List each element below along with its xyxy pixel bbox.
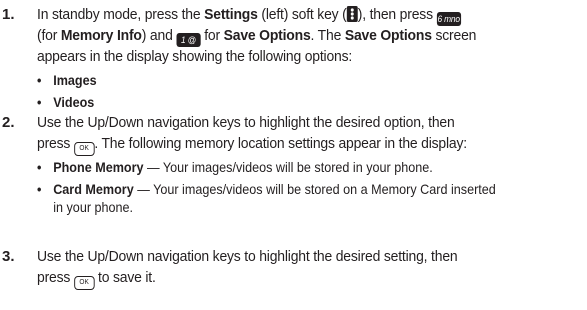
step-number: 2.: [2, 114, 15, 131]
step-1-line-1: In standby mode, press the Settings (lef…: [37, 6, 461, 26]
bold-term: Save Options: [344, 27, 432, 44]
card-memory-desc: — Your images/videos will be stored on a…: [133, 181, 496, 197]
key-6-icon: 6 mno: [436, 12, 461, 26]
bold-term: Settings: [204, 6, 258, 23]
key-1-icon: 1 @: [176, 33, 201, 47]
phone-memory-term: Phone Memory: [53, 159, 144, 175]
step-2-line-1: Use the Up/Down navigation keys to highl…: [37, 114, 455, 131]
card-memory-desc-cont: in your phone.: [53, 199, 134, 215]
ok-key-icon: OK: [73, 142, 95, 156]
step-3-line-2: press OK to save it.: [37, 268, 544, 290]
instructions-document: 1. In standby mode, press the Settings (…: [0, 0, 587, 310]
step-number: 1.: [2, 6, 15, 23]
card-memory-term: Card Memory: [53, 181, 134, 197]
bold-term: Save Options: [223, 27, 311, 44]
left-softkey-icon: [346, 6, 358, 22]
step-2-line-2: press OK. The following memory location …: [37, 134, 544, 156]
step-1-line-2: (for Memory Info) and 1 @ for Save Optio…: [37, 27, 477, 47]
option-videos: Videos: [53, 94, 95, 110]
step-3-line-1: Use the Up/Down navigation keys to highl…: [37, 248, 458, 265]
ok-key-icon: OK: [73, 276, 95, 290]
phone-memory-desc: — Your images/videos will be stored in y…: [143, 159, 433, 175]
bold-term: Memory Info: [60, 27, 142, 44]
step-number: 3.: [2, 248, 15, 265]
step-1-line-3: appears in the display showing the follo…: [37, 48, 353, 65]
option-images: Images: [53, 72, 97, 88]
